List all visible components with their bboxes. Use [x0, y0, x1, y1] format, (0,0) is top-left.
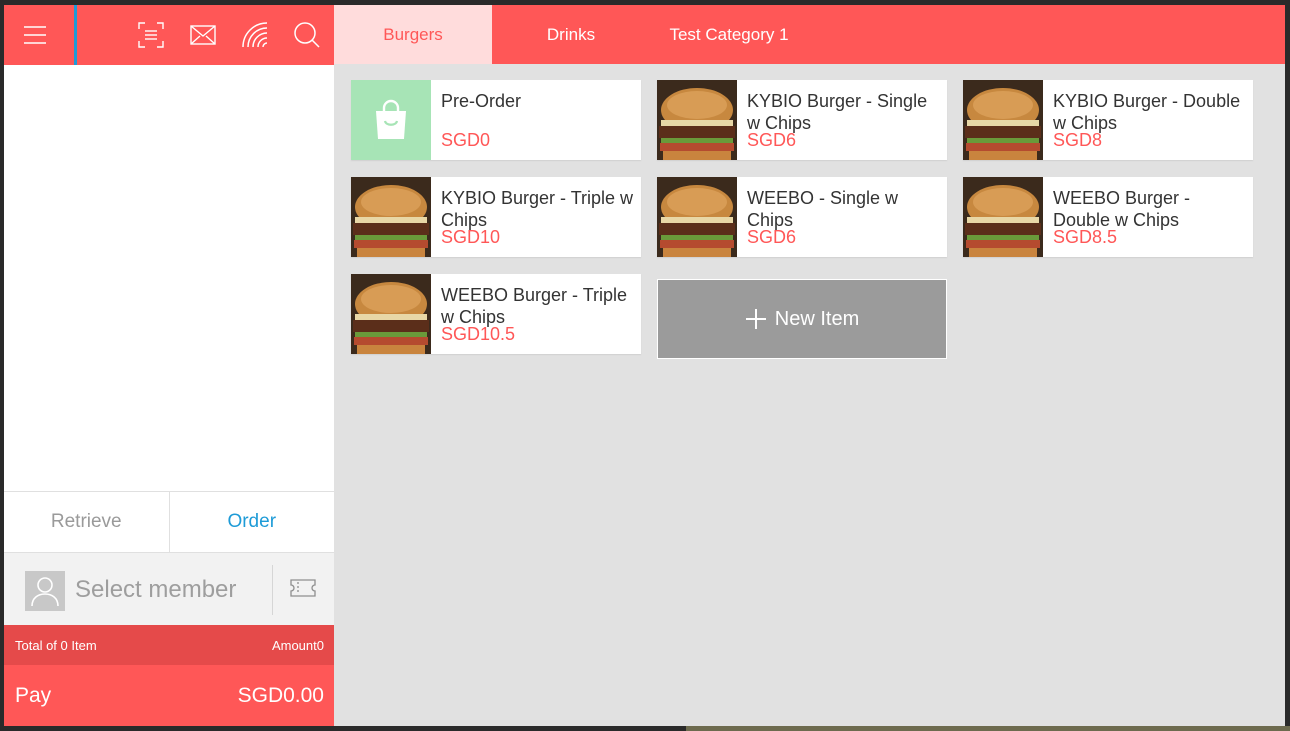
amount-label: Amount0 — [271, 638, 324, 653]
product-price: SGD6 — [747, 227, 797, 247]
menu-icon[interactable] — [18, 18, 52, 52]
burger-image — [963, 177, 1043, 257]
product-name: WEEBO Burger - Triple w Chips — [441, 285, 628, 327]
product-name: WEEBO - Single w Chips — [747, 188, 899, 230]
product-price: SGD6 — [747, 130, 797, 150]
product-name: WEEBO Burger - Double w Chips — [1053, 188, 1191, 230]
product-card[interactable]: WEEBO Burger - Double w Chips SGD8.5 — [963, 177, 1253, 257]
burger-image — [657, 80, 737, 160]
plus-icon — [745, 309, 766, 329]
product-card[interactable]: KYBIO Burger - Single w Chips SGD6 — [657, 80, 947, 160]
tab-burgers[interactable]: Burgers — [334, 5, 492, 64]
new-item-label: New Item — [774, 307, 860, 330]
product-price: SGD8 — [1053, 130, 1103, 150]
product-price: SGD0 — [441, 130, 491, 150]
product-name: KYBIO Burger - Single w Chips — [747, 91, 928, 133]
product-price: SGD8.5 — [1053, 227, 1118, 247]
pay-amount: SGD0.00 — [237, 684, 324, 707]
burger-image — [963, 80, 1043, 160]
burger-image — [351, 177, 431, 257]
burger-image — [351, 274, 431, 354]
member-bar: Select member — [4, 553, 334, 625]
order-button[interactable]: Order — [170, 492, 335, 552]
avatar[interactable] — [25, 571, 65, 611]
product-card[interactable]: Pre-Order SGD0 — [351, 80, 641, 160]
product-card[interactable]: KYBIO Burger - Double w Chips SGD8 — [963, 80, 1253, 160]
background-strip — [686, 726, 1290, 731]
order-summary: Total of 0 Item Amount0 — [4, 625, 334, 665]
select-member-button[interactable]: Select member — [75, 576, 236, 604]
shopping-bag-icon — [351, 80, 431, 160]
product-name: Pre-Order — [441, 91, 522, 111]
pos-window: Retrieve Order Select member Total of 0 … — [4, 5, 1285, 726]
pay-button[interactable]: Pay SGD0.00 — [4, 665, 334, 726]
nfc-icon[interactable] — [238, 18, 272, 52]
product-price: SGD10.5 — [441, 324, 516, 344]
tab-drinks[interactable]: Drinks — [492, 5, 650, 64]
order-list — [4, 65, 334, 491]
product-grid: Pre-Order SGD0 KYBIO Burger - Single w C… — [334, 64, 1285, 726]
product-name: KYBIO Burger - Triple w Chips — [441, 188, 634, 230]
product-card[interactable]: WEEBO - Single w Chips SGD6 — [657, 177, 947, 257]
new-item-button[interactable]: New Item — [657, 279, 947, 359]
product-card[interactable]: WEEBO Burger - Triple w Chips SGD10.5 — [351, 274, 641, 354]
order-panel: Retrieve Order Select member Total of 0 … — [4, 5, 334, 726]
product-price: SGD10 — [441, 227, 501, 247]
mail-icon[interactable] — [186, 18, 220, 52]
tab-test-category-1[interactable]: Test Category 1 — [650, 5, 808, 64]
pay-label: Pay — [15, 684, 52, 707]
search-icon[interactable] — [290, 18, 324, 52]
product-name: KYBIO Burger - Double w Chips — [1053, 91, 1241, 133]
burger-image — [657, 177, 737, 257]
product-card[interactable]: KYBIO Burger - Triple w Chips SGD10 — [351, 177, 641, 257]
total-items-label: Total of 0 Item — [15, 638, 97, 653]
divider — [272, 565, 273, 615]
category-tabs: Burgers Drinks Test Category 1 — [334, 5, 1285, 64]
scan-icon[interactable] — [134, 18, 168, 52]
order-actions: Retrieve Order — [4, 491, 334, 553]
retrieve-button[interactable]: Retrieve — [4, 492, 170, 552]
top-toolbar — [4, 5, 334, 72]
coupon-icon[interactable] — [290, 579, 316, 602]
